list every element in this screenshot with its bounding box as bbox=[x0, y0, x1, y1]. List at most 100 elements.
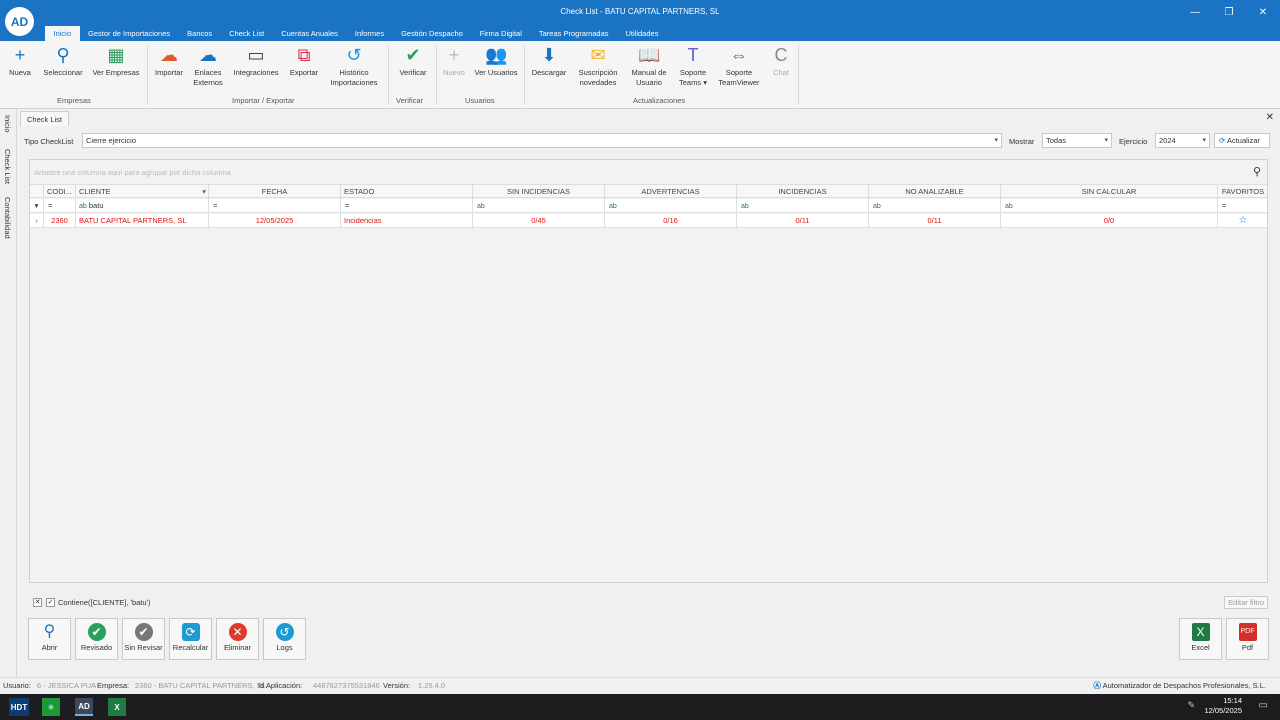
header-incidencias[interactable]: INCIDENCIAS bbox=[737, 185, 869, 199]
exportar-button[interactable]: ⧉ Exportar bbox=[286, 44, 322, 78]
filter-cliente[interactable]: ab batu bbox=[76, 199, 209, 213]
star-icon[interactable]: ☆ bbox=[1218, 214, 1268, 228]
restore-button[interactable]: ❐ bbox=[1212, 0, 1246, 24]
chat-button[interactable]: C Chat bbox=[768, 44, 794, 78]
cell-estado[interactable]: Incidencias bbox=[341, 214, 473, 228]
ad-app-icon[interactable]: AD bbox=[75, 698, 93, 716]
header-advertencias[interactable]: ADVERTENCIAS bbox=[605, 185, 737, 199]
clear-filter-icon[interactable]: ✕ bbox=[33, 598, 42, 607]
logs-button[interactable]: ↺ Logs bbox=[263, 618, 306, 660]
tab-gestor-importaciones[interactable]: Gestor de Importaciones bbox=[80, 26, 179, 41]
filter-enabled-checkbox[interactable]: ✓ bbox=[46, 598, 55, 607]
green-app-icon[interactable]: ✳ bbox=[42, 698, 60, 716]
cell-sin-incidencias[interactable]: 0/45 bbox=[473, 214, 605, 228]
cell-codi[interactable]: 2360 bbox=[44, 214, 76, 228]
ver-usuarios-button[interactable]: 👥 Ver Usuarios bbox=[472, 44, 520, 78]
tab-utilidades[interactable]: Utilidades bbox=[617, 26, 667, 41]
verificar-button[interactable]: ✔ Verificar bbox=[394, 44, 432, 78]
recalcular-button[interactable]: ⟳ Recalcular bbox=[169, 618, 212, 660]
header-estado[interactable]: ESTADO bbox=[341, 185, 473, 199]
filter-sin-calcular[interactable]: ab bbox=[1001, 199, 1218, 213]
tab-informes[interactable]: Informes bbox=[346, 26, 392, 41]
minimize-button[interactable]: — bbox=[1178, 0, 1212, 24]
table-row[interactable]: › 2360 BATU CAPITAL PARTNERS, SL 12/05/2… bbox=[30, 214, 1267, 228]
empresa-label: Empresa: bbox=[97, 681, 130, 690]
mail-icon: ✉ bbox=[590, 45, 606, 65]
cell-incidencias[interactable]: 0/11 bbox=[737, 214, 869, 228]
revisado-button[interactable]: ✔ Revisado bbox=[75, 618, 118, 660]
close-button[interactable]: ✕ bbox=[1246, 0, 1280, 24]
tab-cuentas-anuales[interactable]: Cuentas Anuales bbox=[273, 26, 347, 41]
group-panel[interactable]: Arrastre una columna aquí para agrupar p… bbox=[30, 160, 1267, 184]
seleccionar-button[interactable]: ⚲ Seleccionar bbox=[40, 44, 86, 78]
excel-button[interactable]: X Excel bbox=[1179, 618, 1222, 660]
clock[interactable]: 15:14 12/05/2025 bbox=[1204, 696, 1242, 716]
suscripcion-button[interactable]: ✉ Suscripción novedades bbox=[574, 44, 622, 88]
cell-cliente[interactable]: BATU CAPITAL PARTNERS, SL bbox=[76, 214, 209, 228]
filter-no-analizable[interactable]: ab bbox=[869, 199, 1001, 213]
filter-advertencias[interactable]: ab bbox=[605, 199, 737, 213]
cell-advertencias[interactable]: 0/16 bbox=[605, 214, 737, 228]
rail-inicio[interactable]: Inicio bbox=[3, 115, 12, 133]
search-icon[interactable]: ⚲ bbox=[1253, 165, 1261, 178]
doc-tab-check-list[interactable]: Check List bbox=[20, 111, 70, 126]
notification-icon[interactable]: ▭ bbox=[1259, 700, 1268, 711]
tab-inicio[interactable]: Inicio bbox=[45, 26, 80, 41]
cell-fecha[interactable]: 12/05/2025 bbox=[209, 214, 341, 228]
rail-contabilidad[interactable]: Contabilidad bbox=[3, 197, 12, 239]
soporte-teamviewer-button[interactable]: ⇔ Soporte TeamViewer bbox=[714, 44, 764, 88]
brand-text: Ⓐ Automatizador de Despachos Profesional… bbox=[1093, 681, 1266, 690]
header-no-analizable[interactable]: NO ANALIZABLE bbox=[869, 185, 1001, 199]
filter-estado[interactable]: = bbox=[341, 199, 473, 213]
filter-codi[interactable]: = bbox=[44, 199, 76, 213]
enlaces-externos-button[interactable]: ☁ Enlaces Externos bbox=[190, 44, 226, 88]
ejercicio-select[interactable]: 2024 ▾ bbox=[1155, 133, 1210, 148]
filter-incidencias[interactable]: ab bbox=[737, 199, 869, 213]
title-bar: AD Check List - BATU CAPITAL PARTNERS, S… bbox=[0, 0, 1280, 41]
importar-button[interactable]: ☁ Importar bbox=[151, 44, 187, 78]
tipo-checklist-select[interactable]: Cierre ejercicio ▾ bbox=[82, 133, 1002, 148]
tab-check-list[interactable]: Check List bbox=[221, 26, 273, 41]
header-sin-incidencias[interactable]: SIN INCIDENCIAS bbox=[473, 185, 605, 199]
pdf-button[interactable]: PDF Pdf bbox=[1226, 618, 1269, 660]
header-favoritos[interactable]: FAVORITOS bbox=[1218, 185, 1268, 199]
ver-empresas-button[interactable]: ▦ Ver Empresas bbox=[91, 44, 141, 78]
integraciones-button[interactable]: ▭ Integraciones bbox=[230, 44, 282, 78]
close-icon[interactable]: ✕ bbox=[1266, 112, 1274, 123]
header-codi[interactable]: CODI... bbox=[44, 185, 76, 199]
tab-tareas-programadas[interactable]: Tareas Programadas bbox=[530, 26, 617, 41]
edit-filter-button[interactable]: Editar filtro bbox=[1224, 596, 1268, 609]
nueva-button[interactable]: + Nueva bbox=[5, 44, 35, 78]
cell-no-analizable[interactable]: 0/11 bbox=[869, 214, 1001, 228]
mostrar-select[interactable]: Todas ▾ bbox=[1042, 133, 1112, 148]
mostrar-label: Mostrar bbox=[1009, 137, 1035, 146]
grid-header: CODI... CLIENTE ▾ FECHA ESTADO SIN INCIDE… bbox=[30, 184, 1268, 199]
ribbon: + Nueva ⚲ Seleccionar ▦ Ver Empresas Empres… bbox=[0, 41, 1280, 109]
filter-expression[interactable]: Contiene([CLIENTE], 'batu') bbox=[58, 598, 151, 607]
header-cliente[interactable]: CLIENTE ▾ bbox=[76, 185, 209, 199]
tab-gestion-despacho[interactable]: Gestión Despacho bbox=[393, 26, 472, 41]
soporte-teams-button[interactable]: T Soporte Teams ▾ bbox=[676, 44, 710, 88]
filter-favoritos[interactable]: = bbox=[1218, 199, 1268, 213]
eliminar-button[interactable]: ✕ Eliminar bbox=[216, 618, 259, 660]
manual-button[interactable]: 📖 Manual de Usuario bbox=[626, 44, 672, 88]
filter-icon[interactable]: ▾ bbox=[202, 185, 206, 198]
abrir-button[interactable]: ⚲ Abrir bbox=[28, 618, 71, 660]
historico-importaciones-button[interactable]: ↺ Histórico Importaciones bbox=[326, 44, 382, 88]
tab-bancos[interactable]: Bancos bbox=[179, 26, 221, 41]
hdt-app-icon[interactable]: HDT bbox=[9, 698, 29, 716]
descargar-button[interactable]: ⬇ Descargar bbox=[528, 44, 570, 78]
header-fecha[interactable]: FECHA bbox=[209, 185, 341, 199]
header-sin-calcular[interactable]: SIN CALCULAR bbox=[1001, 185, 1218, 199]
filter-sin-incidencias[interactable]: ab bbox=[473, 199, 605, 213]
rail-check-list[interactable]: Check List bbox=[3, 149, 12, 184]
window-title: Check List - BATU CAPITAL PARTNERS, SL bbox=[560, 7, 720, 16]
pen-icon[interactable]: ✎ bbox=[1187, 700, 1195, 711]
cell-sin-calcular[interactable]: 0/0 bbox=[1001, 214, 1218, 228]
excel-taskbar-icon[interactable]: X bbox=[108, 698, 126, 716]
actualizar-button[interactable]: ⟳ Actualizar bbox=[1214, 133, 1270, 148]
nuevo-usuario-button[interactable]: + Nuevo bbox=[439, 44, 469, 78]
tab-firma-digital[interactable]: Firma Digital bbox=[471, 26, 530, 41]
sin-revisar-button[interactable]: ✔ Sin Revisar bbox=[122, 618, 165, 660]
filter-fecha[interactable]: = bbox=[209, 199, 341, 213]
